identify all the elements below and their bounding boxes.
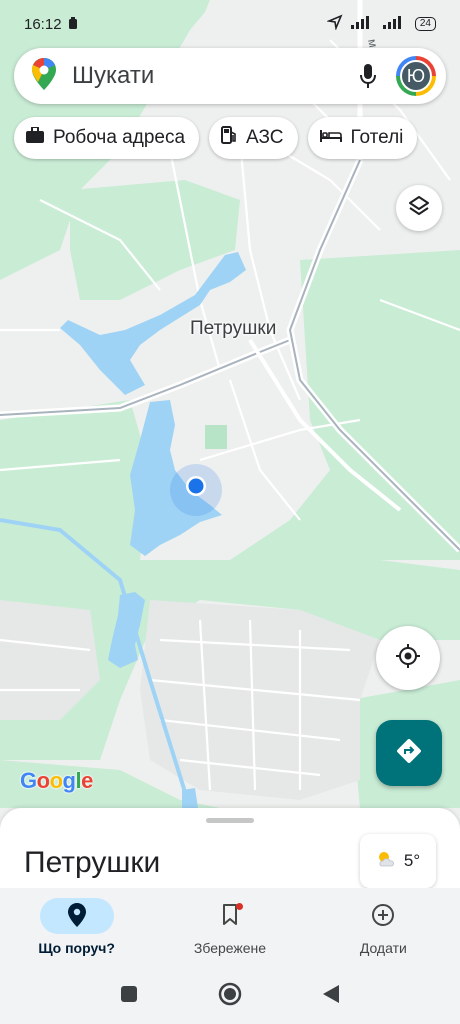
nav-icon-container: [193, 898, 267, 934]
gas-station-icon: [221, 126, 237, 150]
explore-pin-icon: [67, 902, 86, 930]
nav-icon-container: [39, 898, 114, 934]
chip-label: АЗС: [246, 127, 284, 148]
bottom-sheet[interactable]: Петрушки 5°: [0, 808, 460, 898]
chip-gas-stations[interactable]: АЗС: [209, 117, 298, 159]
chip-label: Робоча адреса: [53, 127, 186, 148]
microphone-icon[interactable]: [354, 62, 382, 90]
directions-icon: [395, 737, 423, 770]
crosshair-icon: [395, 643, 421, 674]
nav-label: Додати: [359, 940, 407, 956]
nav-contribute[interactable]: Додати: [308, 898, 458, 956]
sheet-title: Петрушки: [24, 846, 161, 879]
recents-icon[interactable]: [120, 985, 138, 1008]
chip-label: Готелі: [350, 127, 404, 148]
category-chips: Робоча адреса АЗС Готелі: [14, 117, 418, 159]
nav-explore[interactable]: Що поруч?: [2, 898, 152, 956]
bottom-navigation: Що поруч? Збережене Додати: [0, 888, 460, 968]
bed-icon: [319, 127, 342, 149]
chip-hotels[interactable]: Готелі: [307, 117, 418, 159]
google-logo: Google: [20, 768, 93, 793]
notification-icon: [68, 16, 78, 33]
layers-button[interactable]: [396, 185, 442, 231]
sheet-drag-handle[interactable]: [206, 818, 254, 823]
my-location-button[interactable]: [376, 626, 440, 690]
notification-dot: [235, 903, 243, 910]
weather-chip[interactable]: 5°: [360, 834, 436, 888]
briefcase-icon: [26, 126, 44, 149]
layers-icon: [408, 195, 430, 222]
nav-saved[interactable]: Збережене: [155, 898, 305, 956]
maps-pin-logo-icon: [32, 57, 56, 95]
signal-icon-2: [382, 15, 407, 33]
nav-icon-container: [346, 898, 420, 934]
status-time: 16:12: [24, 15, 62, 33]
add-circle-icon: [371, 903, 395, 930]
search-input[interactable]: Шукати: [72, 62, 354, 90]
battery-indicator: 24: [414, 17, 436, 31]
home-icon[interactable]: [218, 982, 242, 1011]
back-icon[interactable]: [322, 984, 340, 1009]
weather-temperature: 5°: [403, 851, 421, 870]
signal-icon: [350, 15, 375, 33]
partly-cloudy-icon: [376, 850, 398, 873]
nav-label: Що поруч?: [38, 940, 115, 956]
location-arrow-icon: [325, 14, 343, 34]
account-avatar[interactable]: Ю: [396, 56, 436, 96]
status-bar: 16:12 24: [0, 0, 460, 48]
chip-work-address[interactable]: Робоча адреса: [14, 117, 200, 159]
place-label[interactable]: Петрушки: [190, 318, 276, 340]
nav-label: Збережене: [193, 940, 267, 956]
system-navigation-bar: [0, 968, 460, 1024]
search-bar[interactable]: Шукати Ю: [14, 48, 446, 104]
avatar-initial: Ю: [400, 60, 432, 92]
directions-button[interactable]: [376, 720, 442, 786]
